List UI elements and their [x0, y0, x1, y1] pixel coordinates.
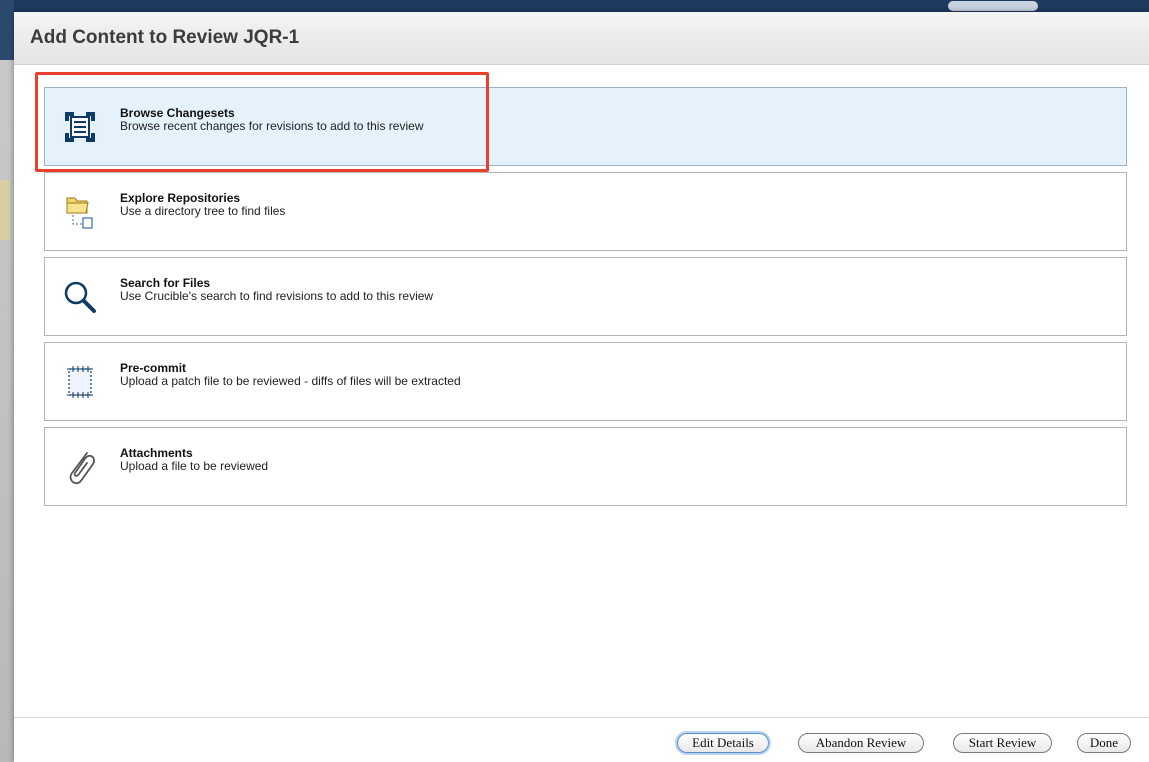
option-text: Explore Repositories Use a directory tre…	[120, 190, 286, 218]
folder-icon	[60, 192, 100, 232]
patch-icon	[60, 362, 100, 402]
option-text: Browse Changesets Browse recent changes …	[120, 105, 424, 133]
screen: Add Content to Review JQR-1 Browse Chang…	[0, 0, 1149, 762]
dialog-header: Add Content to Review JQR-1	[14, 12, 1149, 65]
background-app-sidebar	[0, 0, 14, 762]
option-description: Use Crucible's search to find revisions …	[120, 288, 434, 303]
dialog-title: Add Content to Review JQR-1	[30, 27, 300, 48]
magnifier-icon	[60, 277, 100, 317]
option-description: Upload a file to be reviewed	[120, 458, 269, 473]
option-text: Search for Files Use Crucible's search t…	[120, 275, 434, 303]
option-search-for-files[interactable]: Search for Files Use Crucible's search t…	[44, 257, 1127, 336]
option-browse-changesets[interactable]: Browse Changesets Browse recent changes …	[44, 87, 1127, 166]
background-search-field	[948, 1, 1038, 11]
changeset-icon	[60, 107, 100, 147]
option-text: Pre-commit Upload a patch file to be rev…	[120, 360, 461, 388]
option-explore-repositories[interactable]: Explore Repositories Use a directory tre…	[44, 172, 1127, 251]
option-description: Use a directory tree to find files	[120, 203, 286, 218]
option-description: Browse recent changes for revisions to a…	[120, 118, 424, 133]
option-title: Explore Repositories	[120, 190, 241, 205]
option-title: Search for Files	[120, 275, 211, 290]
background-app-header	[0, 0, 1149, 12]
content-options-list: Browse Changesets Browse recent changes …	[44, 87, 1127, 512]
start-review-button[interactable]: Start Review	[953, 733, 1052, 753]
option-title: Browse Changesets	[120, 105, 235, 120]
option-attachments[interactable]: Attachments Upload a file to be reviewed	[44, 427, 1127, 506]
paperclip-icon	[60, 447, 100, 487]
abandon-review-button[interactable]: Abandon Review	[798, 733, 924, 753]
background-app-panel	[0, 180, 10, 240]
edit-details-button[interactable]: Edit Details	[677, 733, 769, 753]
option-pre-commit[interactable]: Pre-commit Upload a patch file to be rev…	[44, 342, 1127, 421]
option-title: Pre-commit	[120, 360, 187, 375]
option-title: Attachments	[120, 445, 193, 460]
option-description: Upload a patch file to be reviewed - dif…	[120, 373, 461, 388]
dialog-footer: Edit Details Abandon Review Start Review…	[14, 717, 1149, 762]
add-content-dialog: Add Content to Review JQR-1 Browse Chang…	[14, 12, 1149, 762]
option-text: Attachments Upload a file to be reviewed	[120, 445, 269, 473]
done-button[interactable]: Done	[1077, 733, 1131, 753]
